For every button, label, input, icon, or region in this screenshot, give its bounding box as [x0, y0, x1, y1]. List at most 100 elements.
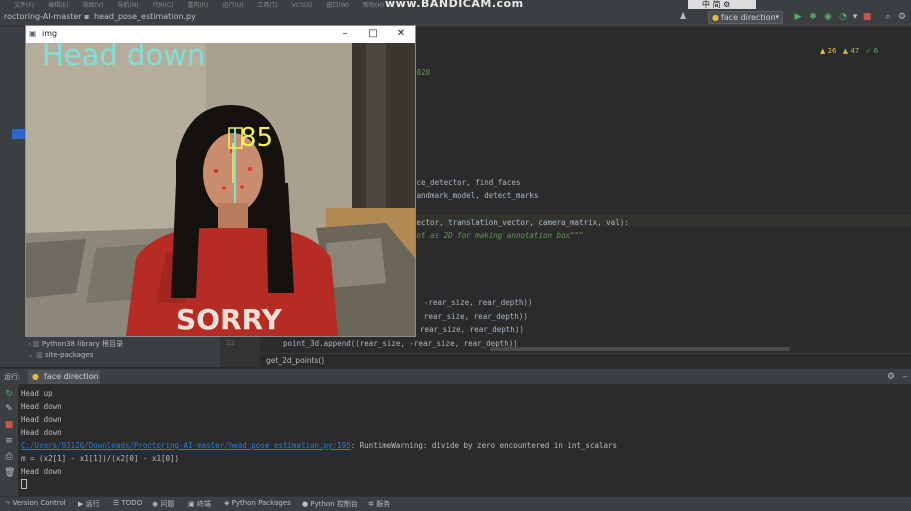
- python-icon: ●: [712, 13, 719, 22]
- tab-version-control[interactable]: ⑂ Version Control: [6, 499, 66, 507]
- tree-item-python38[interactable]: › ▥ Python38 library 根目录: [28, 339, 123, 349]
- tab-label: Python 控制台: [310, 500, 358, 508]
- code-line: point_3d.append((rear_size, -rear_size, …: [283, 339, 518, 348]
- tab-label: 运行: [85, 500, 100, 508]
- python-file-icon: ▪: [84, 12, 90, 21]
- tree-item-label: site-packages: [44, 351, 94, 359]
- left-tool-strip: [0, 27, 12, 367]
- stop-icon[interactable]: ■: [4, 420, 14, 430]
- ok-count: ✓ 6: [865, 47, 879, 55]
- code-line: rear_size, rear_depth)): [424, 312, 528, 321]
- menu-item[interactable]: 导航(N): [117, 2, 138, 9]
- close-icon[interactable]: ×: [90, 370, 96, 384]
- more-run-icon[interactable]: ▾: [850, 12, 860, 22]
- shirt-print-text: SORRY: [176, 303, 283, 336]
- menu-items: 文件(F) 编辑(E) 视图(V) 导航(N) 代码(C) 重构(R) 运行(U) 工具(T)…: [14, 0, 398, 9]
- code-line: ent as 2D for making annotation box""": [412, 231, 584, 240]
- terminal-icon: ▣: [188, 500, 195, 508]
- tab-todo[interactable]: ☰ TODO: [113, 499, 142, 507]
- menu-item[interactable]: 代码(C): [153, 2, 174, 9]
- error-file-link[interactable]: C:/Users/93126/Downloads/Proctoring-AI-m…: [21, 441, 351, 450]
- tree-selection[interactable]: [12, 129, 26, 139]
- stop-icon[interactable]: ■: [862, 12, 872, 22]
- chevron-right-icon: ›: [28, 340, 31, 348]
- image-window[interactable]: ▣ img – □ ✕ SORRY Head down 85: [25, 25, 416, 337]
- wrench-icon[interactable]: ✎: [4, 404, 14, 414]
- pose-overlay-text: Head down: [42, 43, 205, 72]
- run-toolbar: ↻ ✎ ■ ≡ ⎙ 🗑: [0, 384, 18, 496]
- menu-item[interactable]: 编辑(E): [48, 2, 68, 9]
- user-icon[interactable]: ♟: [678, 12, 688, 22]
- debug-icon[interactable]: ✱: [808, 12, 818, 22]
- maximize-button[interactable]: □: [359, 26, 387, 42]
- run-config-select[interactable]: face direction ● ▾: [708, 11, 783, 24]
- console-output[interactable]: [18, 384, 911, 496]
- profile-icon[interactable]: ◔: [838, 12, 848, 22]
- image-window-title: img: [42, 29, 58, 38]
- function-breadcrumb[interactable]: get_2d_points(): [266, 356, 324, 365]
- warning-count: ▲ 26: [820, 47, 837, 55]
- rerun-icon[interactable]: ↻: [4, 389, 14, 399]
- webcam-image: SORRY Head down 85: [26, 43, 415, 336]
- menu-item[interactable]: 视图(V): [83, 2, 104, 9]
- tab-label: TODO: [121, 499, 143, 507]
- minimize-panel-icon[interactable]: –: [900, 372, 910, 382]
- console-line: Head down: [21, 467, 62, 476]
- code-line: landmark_model, detect_marks: [412, 191, 539, 200]
- image-window-titlebar[interactable]: ▣ img – □ ✕: [26, 26, 415, 42]
- file-breadcrumb[interactable]: head_pose_estimation.py: [94, 12, 196, 21]
- print-icon[interactable]: ⎙: [4, 452, 14, 462]
- tab-terminal[interactable]: ▣ 终端: [188, 499, 211, 509]
- tab-python-console[interactable]: ● Python 控制台: [302, 499, 358, 509]
- code-line: -rear_size, rear_depth)): [424, 298, 533, 307]
- tab-label: 终端: [196, 500, 211, 508]
- tab-label: 问题: [160, 500, 175, 508]
- menu-item[interactable]: 运行(U): [222, 2, 243, 9]
- tree-item-site-packages[interactable]: ⌄ ▥ site-packages: [28, 351, 93, 359]
- console-error-line: C:/Users/93126/Downloads/Proctoring-AI-m…: [21, 441, 617, 450]
- library-icon: ▥: [33, 340, 40, 348]
- close-button[interactable]: ✕: [387, 26, 415, 42]
- menu-item[interactable]: 文件(F): [14, 2, 34, 9]
- code-line: vector, translation_vector, camera_matri…: [412, 218, 629, 227]
- tab-label: Python Packages: [231, 499, 291, 507]
- run-panel-label: 运行:: [4, 373, 21, 381]
- tab-python-packages[interactable]: ◈ Python Packages: [224, 499, 291, 507]
- camera-frame: SORRY Head down 85: [26, 43, 415, 336]
- tab-problems[interactable]: ◉ 问题: [152, 499, 174, 509]
- angle-overlay-text: 85: [240, 123, 273, 153]
- input-caret[interactable]: [21, 479, 27, 489]
- soft-wrap-icon[interactable]: ≡: [4, 436, 14, 446]
- run-config-label: face direction: [721, 13, 776, 22]
- console-line: Head down: [21, 402, 62, 411]
- run-tab[interactable]: ● face direction ×: [28, 370, 100, 384]
- menu-item[interactable]: 重构(R): [187, 2, 208, 9]
- python-icon: ●: [302, 500, 309, 508]
- editor-breadcrumb: get_2d_points(): [260, 353, 911, 367]
- run-icon[interactable]: ▶: [793, 12, 803, 22]
- inspection-status[interactable]: ▲ 26 ▲ 47 ✓ 6: [820, 47, 878, 55]
- tab-label: 服务: [376, 500, 391, 508]
- coverage-icon[interactable]: ◉: [823, 12, 833, 22]
- list-icon: ☰: [113, 499, 120, 507]
- console-line: Head down: [21, 415, 62, 424]
- trash-icon[interactable]: 🗑: [4, 468, 15, 478]
- bottom-tool-bar: ⑂ Version Control ▶ 运行 ☰ TODO ◉ 问题 ▣ 终端 …: [0, 496, 911, 511]
- folder-icon: ▥: [36, 351, 43, 359]
- tab-services[interactable]: ✲ 服务: [368, 499, 390, 509]
- tab-run[interactable]: ▶ 运行: [78, 499, 100, 509]
- problems-icon: ◉: [152, 500, 159, 508]
- menu-item[interactable]: 帮助(H): [363, 2, 384, 9]
- menu-item[interactable]: 工具(T): [257, 2, 277, 9]
- gear-icon[interactable]: ⚙: [886, 372, 896, 382]
- console-line: Head up: [21, 389, 53, 398]
- settings-icon[interactable]: ⚙: [897, 12, 907, 22]
- search-icon[interactable]: ⌕: [883, 12, 893, 22]
- horizontal-scrollbar[interactable]: [490, 347, 790, 351]
- menu-item[interactable]: VCS(S): [292, 2, 313, 9]
- services-icon: ✲: [368, 500, 374, 508]
- menu-item[interactable]: 窗口(W): [326, 2, 349, 9]
- project-breadcrumb[interactable]: roctoring-AI-master: [4, 12, 82, 21]
- window-icon: ▣: [29, 29, 37, 38]
- minimize-button[interactable]: –: [331, 26, 359, 42]
